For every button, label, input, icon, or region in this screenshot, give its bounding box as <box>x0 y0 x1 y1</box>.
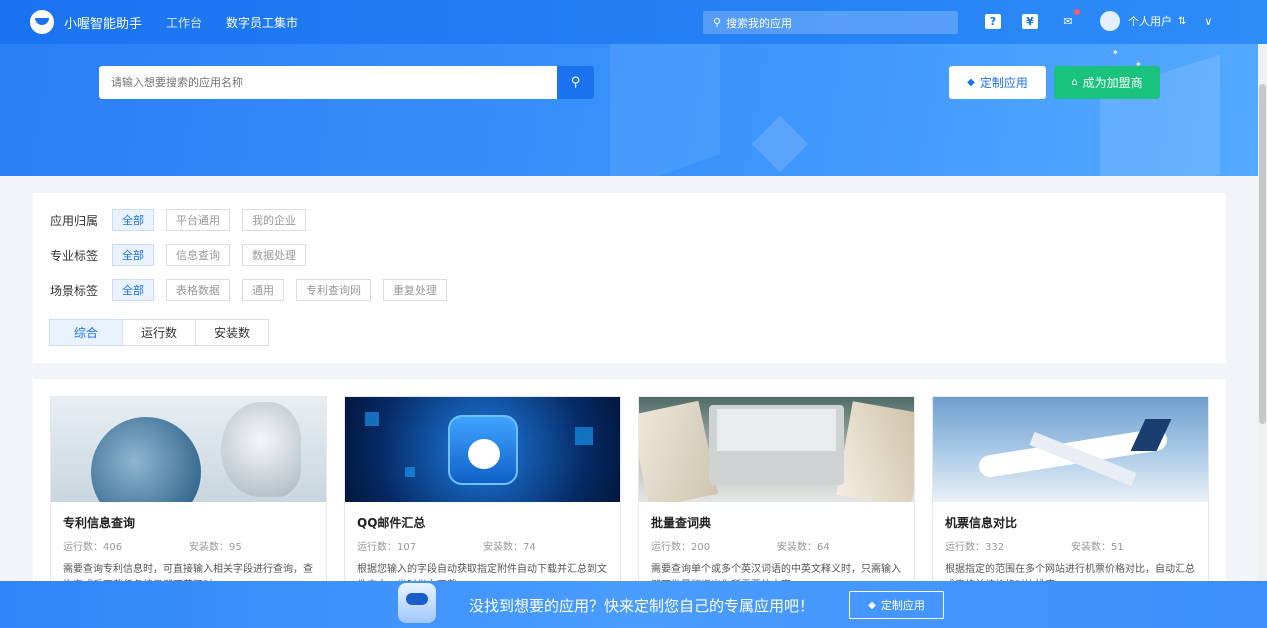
book-illustration <box>639 400 719 502</box>
app-card[interactable]: QQ邮件汇总 运行数：107 安装数：74 根据您输入的字段自动获取指定附件自动… <box>344 396 621 596</box>
card-title: 机票信息对比 <box>945 516 1018 530</box>
decor-square <box>365 412 379 426</box>
become-partner-label: 成为加盟商 <box>1082 76 1143 90</box>
promo-text: 没找到想要的应用？快来定制您自己的专属应用吧！ <box>469 597 815 615</box>
filter-tag[interactable]: 通用 <box>242 279 284 301</box>
message-icon[interactable]: ✉ <box>1059 9 1080 30</box>
globe-illustration <box>91 417 201 502</box>
filter-row-professional: 专业标签 全部 信息查询 数据处理 <box>50 244 318 266</box>
search-icon: ⚲ <box>570 75 581 90</box>
wallet-icon[interactable]: ¥ <box>1022 13 1038 29</box>
filter-tag[interactable]: 表格数据 <box>166 279 230 301</box>
sparkle-icon: ✦ <box>1112 48 1119 57</box>
nav-link-workbench[interactable]: 工作台 <box>166 14 202 31</box>
card-image <box>933 397 1208 502</box>
app-card[interactable]: 批量查词典 运行数：200 安装数：64 需要查询单个或多个英汉词语的中英文释义… <box>638 396 915 596</box>
laptop-screen <box>717 409 836 451</box>
sort-tab-overall[interactable]: 综合 <box>49 319 123 346</box>
sort-tab-installs[interactable]: 安装数 <box>195 319 269 346</box>
market-search-input[interactable] <box>99 66 557 99</box>
filter-tag[interactable]: 全部 <box>112 209 154 231</box>
promo-custom-app-button[interactable]: ◆ 定制应用 <box>849 591 944 619</box>
card-stats: 运行数：200 安装数：64 <box>651 538 914 553</box>
filter-label: 应用归属 <box>50 213 99 228</box>
card-title: 专利信息查询 <box>63 516 136 530</box>
app-search-input[interactable]: ⚲ 搜索我的应用 <box>703 11 958 34</box>
card-installs: 安装数：74 <box>483 542 536 553</box>
brand-name: 小喔智能助手 <box>64 16 143 32</box>
robot-hand-illustration <box>221 402 301 497</box>
decor-square <box>575 427 593 445</box>
filter-label: 专业标签 <box>50 248 99 263</box>
notification-dot <box>1074 9 1080 15</box>
custom-app-button[interactable]: ◆ 定制应用 <box>949 66 1046 99</box>
diamond-icon: ◆ <box>967 77 975 88</box>
promo-button-label: 定制应用 <box>880 599 925 612</box>
avatar[interactable] <box>1100 11 1120 31</box>
search-icon: ⚲ <box>713 16 722 29</box>
become-partner-button[interactable]: ⌂ 成为加盟商 <box>1054 66 1160 99</box>
card-image <box>639 397 914 502</box>
decor-square <box>405 467 415 477</box>
filter-tag[interactable]: 我的企业 <box>242 209 306 231</box>
brand-logo[interactable]: 小喔智能助手 <box>30 10 142 34</box>
card-runs: 运行数：406 <box>63 542 123 553</box>
app-card[interactable]: 机票信息对比 运行数：332 安装数：51 根据指定的范围在多个网站进行机票价格… <box>932 396 1209 596</box>
card-installs: 安装数：95 <box>189 542 242 553</box>
robot-illustration <box>448 415 518 485</box>
home-icon: ⌂ <box>1071 77 1078 88</box>
filter-tag[interactable]: 信息查询 <box>166 244 230 266</box>
custom-app-label: 定制应用 <box>979 76 1028 90</box>
hero-banner: ✦ ✦ ⚲ ◆ 定制应用 ⌂ 成为加盟商 <box>0 44 1258 176</box>
user-switch-icon[interactable]: ⇅ <box>1178 16 1186 27</box>
filter-tag[interactable]: 平台通用 <box>166 209 230 231</box>
top-icons: ? ¥ ✉ 个人用户 ⇅ ∨ <box>985 9 1212 31</box>
banner-decoration <box>610 44 720 176</box>
card-runs: 运行数：200 <box>651 542 711 553</box>
filter-row-ownership: 应用归属 全部 平台通用 我的企业 <box>50 209 318 231</box>
top-nav: 小喔智能助手 工作台 数字员工集市 ⚲ 搜索我的应用 ? ¥ ✉ 个人用户 ⇅ … <box>0 0 1267 44</box>
logo-icon <box>30 10 54 34</box>
card-runs: 运行数：107 <box>357 542 417 553</box>
filter-label: 场景标签 <box>50 283 99 298</box>
custom-app-promo-bar: 没找到想要的应用？快来定制您自己的专属应用吧！ ◆ 定制应用 <box>0 581 1267 628</box>
card-runs: 运行数：332 <box>945 542 1005 553</box>
diamond-icon: ◆ <box>868 599 876 611</box>
card-image <box>345 397 620 502</box>
filter-panel: 应用归属 全部 平台通用 我的企业 专业标签 全部 信息查询 数据处理 场景标签… <box>33 193 1226 363</box>
filter-tag[interactable]: 全部 <box>112 279 154 301</box>
app-card[interactable]: 专利信息查询 运行数：406 安装数：95 需要查询专利信息时，可直接输入相关字… <box>50 396 327 596</box>
filter-tag[interactable]: 重复处理 <box>383 279 447 301</box>
card-image <box>51 397 326 502</box>
filter-row-scene: 场景标签 全部 表格数据 通用 专利查询网 重复处理 <box>50 279 459 301</box>
card-installs: 安装数：51 <box>1071 542 1124 553</box>
app-search-placeholder: 搜索我的应用 <box>726 16 793 30</box>
scrollbar-thumb[interactable] <box>1259 84 1266 424</box>
market-search-button[interactable]: ⚲ <box>557 66 594 99</box>
mascot-icon <box>398 583 436 623</box>
filter-tag[interactable]: 专利查询网 <box>296 279 371 301</box>
card-title: QQ邮件汇总 <box>357 516 426 530</box>
page-scrollbar[interactable] <box>1258 44 1267 581</box>
card-stats: 运行数：406 安装数：95 <box>63 538 326 553</box>
card-installs: 安装数：64 <box>777 542 830 553</box>
robot-face <box>468 439 500 469</box>
user-name[interactable]: 个人用户 <box>1128 13 1172 29</box>
banner-decoration <box>751 115 809 173</box>
card-stats: 运行数：332 安装数：51 <box>945 538 1208 553</box>
filter-tag[interactable]: 全部 <box>112 244 154 266</box>
sort-tab-runs[interactable]: 运行数 <box>122 319 196 346</box>
chevron-down-icon[interactable]: ∨ <box>1204 15 1212 28</box>
card-stats: 运行数：107 安装数：74 <box>357 538 620 553</box>
book-illustration <box>836 401 914 502</box>
filter-tag[interactable]: 数据处理 <box>242 244 306 266</box>
help-icon[interactable]: ? <box>985 13 1001 29</box>
sort-tabs: 综合 运行数 安装数 <box>49 319 269 346</box>
nav-link-market[interactable]: 数字员工集市 <box>226 14 298 31</box>
card-title: 批量查词典 <box>651 516 712 530</box>
